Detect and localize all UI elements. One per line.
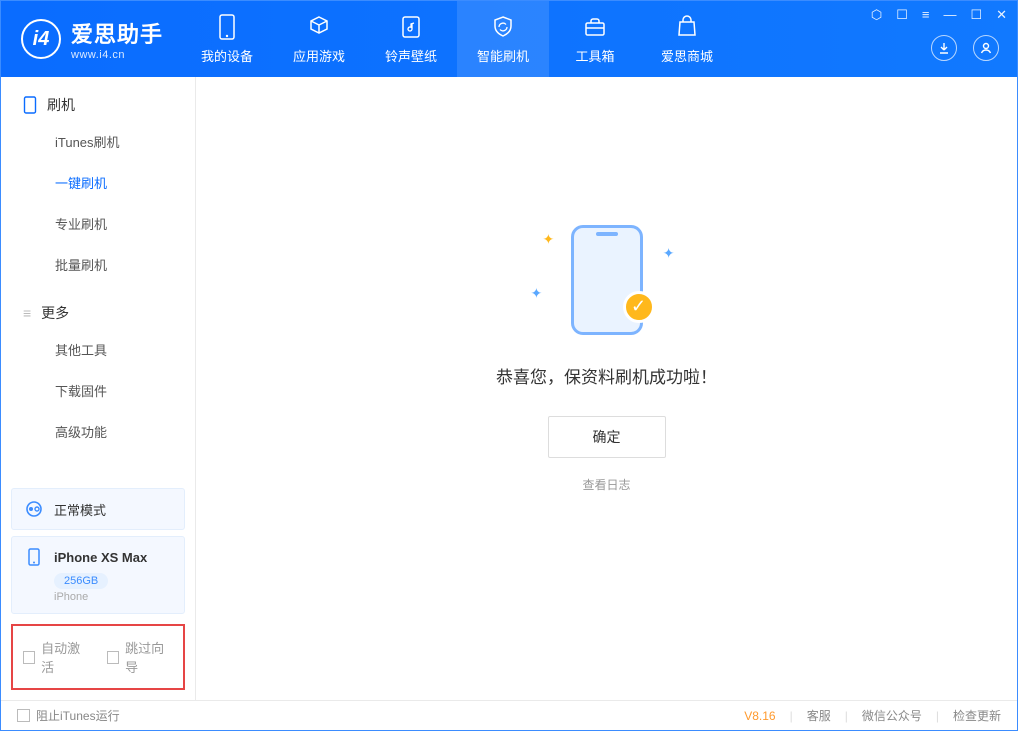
nav-label: 爱思商城 [661, 46, 713, 65]
music-doc-icon [398, 14, 424, 40]
nav-label: 智能刷机 [477, 46, 529, 65]
nav-smart-flash[interactable]: 智能刷机 [457, 1, 549, 77]
phone-icon [24, 547, 44, 567]
sidebar-item-download-firmware[interactable]: 下载固件 [1, 370, 195, 411]
sidebar-item-other-tools[interactable]: 其他工具 [1, 329, 195, 370]
minimize-button[interactable]: — [943, 7, 956, 23]
check-update-link[interactable]: 检查更新 [953, 707, 1001, 724]
logo-icon: i4 [21, 19, 61, 59]
sidebar-item-pro-flash[interactable]: 专业刷机 [1, 203, 195, 244]
block-itunes-checkbox[interactable]: 阻止iTunes运行 [17, 707, 120, 724]
cube-icon [306, 14, 332, 40]
app-title: 爱思助手 [71, 17, 163, 49]
success-message: 恭喜您，保资料刷机成功啦！ [496, 363, 717, 388]
window-controls: ⬡ ☐ ≡ — ☐ ✕ [871, 7, 1007, 23]
view-log-link[interactable]: 查看日志 [582, 476, 630, 493]
sidebar: 刷机 iTunes刷机 一键刷机 专业刷机 批量刷机 ≡ 更多 其他工具 下载固… [1, 77, 196, 700]
nav-label: 工具箱 [576, 46, 615, 65]
wechat-link[interactable]: 微信公众号 [862, 707, 922, 724]
capacity-badge: 256GB [54, 573, 108, 589]
mode-label: 正常模式 [54, 500, 106, 519]
close-button[interactable]: ✕ [996, 7, 1007, 23]
bag-icon [674, 14, 700, 40]
group-title: 更多 [41, 303, 69, 323]
menu-icon[interactable]: ≡ [922, 7, 930, 23]
shield-refresh-icon [490, 14, 516, 40]
nav-label: 我的设备 [201, 46, 253, 65]
nav-apps-games[interactable]: 应用游戏 [273, 1, 365, 77]
mode-icon [24, 499, 44, 519]
shirt-icon[interactable]: ⬡ [871, 7, 882, 23]
device-icon [214, 14, 240, 40]
sidebar-group-flash: 刷机 [1, 77, 195, 121]
main-content: ✦ ✦ ✦ ✓ 恭喜您，保资料刷机成功啦！ 确定 查看日志 [196, 77, 1017, 700]
flash-options-row: 自动激活 跳过向导 [11, 624, 185, 690]
download-icon[interactable] [931, 35, 957, 61]
auto-activate-checkbox[interactable]: 自动激活 [23, 638, 89, 676]
ok-button[interactable]: 确定 [548, 416, 666, 458]
nav-label: 铃声壁纸 [385, 46, 437, 65]
sidebar-item-itunes-flash[interactable]: iTunes刷机 [1, 121, 195, 162]
success-illustration: ✦ ✦ ✦ ✓ [571, 225, 643, 335]
nav-label: 应用游戏 [293, 46, 345, 65]
group-title: 刷机 [47, 95, 75, 115]
device-row[interactable]: iPhone XS Max 256GB iPhone [11, 536, 185, 614]
sidebar-item-onekey-flash[interactable]: 一键刷机 [1, 162, 195, 203]
user-icon[interactable] [973, 35, 999, 61]
device-type: iPhone [54, 591, 88, 603]
nav-my-device[interactable]: 我的设备 [181, 1, 273, 77]
footer: 阻止iTunes运行 V8.16 | 客服 | 微信公众号 | 检查更新 [1, 700, 1017, 730]
header: i4 爱思助手 www.i4.cn 我的设备 应用游戏 铃声壁纸 智能刷机 工具… [1, 1, 1017, 77]
device-name: iPhone XS Max [54, 550, 147, 565]
app-subtitle: www.i4.cn [71, 49, 163, 61]
nav-tabs: 我的设备 应用游戏 铃声壁纸 智能刷机 工具箱 爱思商城 [181, 1, 733, 77]
sidebar-item-batch-flash[interactable]: 批量刷机 [1, 244, 195, 285]
sidebar-group-more: ≡ 更多 [1, 285, 195, 329]
nav-store[interactable]: 爱思商城 [641, 1, 733, 77]
nav-toolbox[interactable]: 工具箱 [549, 1, 641, 77]
user-controls [931, 35, 999, 61]
toolbox-icon [582, 14, 608, 40]
mode-row[interactable]: 正常模式 [11, 488, 185, 530]
nav-ringtone-wallpaper[interactable]: 铃声壁纸 [365, 1, 457, 77]
version-label[interactable]: V8.16 [744, 709, 775, 723]
feedback-icon[interactable]: ☐ [896, 7, 908, 23]
phone-outline-icon [23, 96, 37, 114]
support-link[interactable]: 客服 [807, 707, 831, 724]
check-badge-icon: ✓ [623, 291, 655, 323]
logo: i4 爱思助手 www.i4.cn [1, 17, 181, 61]
sidebar-item-advanced[interactable]: 高级功能 [1, 411, 195, 452]
list-icon: ≡ [23, 305, 31, 321]
skip-guide-checkbox[interactable]: 跳过向导 [107, 638, 173, 676]
maximize-button[interactable]: ☐ [970, 7, 982, 23]
